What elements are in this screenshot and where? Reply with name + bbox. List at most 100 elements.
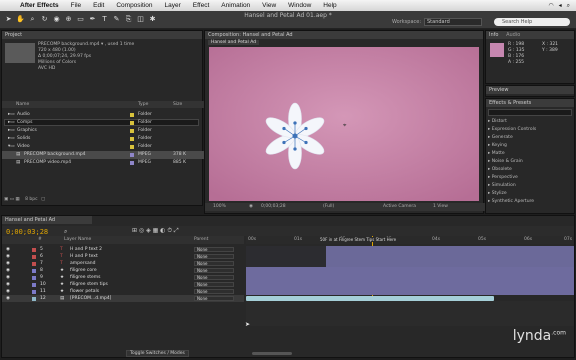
label-color [32, 297, 36, 301]
menu-effect[interactable]: Effect [187, 0, 216, 11]
new-comp-icon[interactable]: ▦ [15, 197, 19, 202]
effects-search-input[interactable] [488, 109, 572, 116]
list-item[interactable]: ▸▭ Solids Folder [2, 135, 204, 143]
effect-category[interactable]: ▸ Matte [488, 151, 505, 156]
list-item[interactable]: ▸▭ Audio Folder [2, 111, 204, 119]
effect-category[interactable]: ▸ Simulation [488, 183, 516, 188]
resolution-select[interactable]: (Full) [323, 204, 334, 209]
parent-select[interactable]: None [194, 296, 234, 301]
effect-category[interactable]: ▸ Obsolete [488, 167, 512, 172]
visibility-icon[interactable]: ◉ [6, 261, 10, 266]
visibility-icon[interactable]: ◉ [6, 254, 10, 259]
menu-view[interactable]: View [256, 0, 282, 11]
comp-marker-label[interactable]: 50F in at Filigree Stem Tips Start Here [320, 237, 397, 242]
info-tab[interactable]: Info Audio [486, 31, 574, 39]
table-row[interactable]: ◉ 12 ▤ [PRECOM...d.mp4] None [2, 295, 244, 302]
menu-animation[interactable]: Animation [215, 0, 256, 11]
comp-subtab[interactable]: Hansel and Petal Ad [208, 40, 260, 45]
search-icon[interactable]: ⌕ [64, 228, 67, 236]
project-tab[interactable]: Project [2, 31, 202, 39]
table-row[interactable]: ◉ 6 T H and P text None [2, 253, 244, 260]
effect-category[interactable]: ▸ Noise & Grain [488, 159, 523, 164]
menu-file[interactable]: File [65, 0, 87, 11]
effects-presets-tab[interactable]: Effects & Presets [486, 99, 574, 107]
col-number[interactable]: # [38, 237, 42, 242]
interpret-footage-icon[interactable]: ▣ [4, 197, 8, 202]
table-row[interactable]: ◉ 5 T H and P text 2 None [2, 246, 244, 253]
list-item[interactable]: ▾▭ Video Folder [2, 143, 204, 151]
list-item[interactable]: ▤ PRECOMP background.mp4 MPEG 378 K [2, 151, 204, 159]
new-folder-icon[interactable]: ▭ [10, 197, 14, 202]
visibility-icon[interactable]: ◉ [6, 268, 10, 273]
effect-category[interactable]: ▸ Distort [488, 119, 507, 124]
col-type[interactable]: Type [138, 102, 148, 107]
wifi-icon[interactable]: ◠ [548, 2, 553, 9]
view-layout-select[interactable]: 1 View [433, 204, 448, 209]
trash-icon[interactable]: ▢ [41, 197, 45, 202]
list-item[interactable]: ▸▭ Graphics Folder [2, 127, 204, 135]
table-row[interactable]: ◉ 8 ★ filigree core None [2, 267, 244, 274]
bpc-label[interactable]: 8 bpc [25, 197, 37, 202]
effect-category[interactable]: ▸ Keying [488, 143, 507, 148]
effect-category[interactable]: ▸ Perspective [488, 175, 518, 180]
menu-window[interactable]: Window [282, 0, 317, 11]
timeline-column-header: # Layer Name Parent [2, 236, 244, 244]
col-name[interactable]: Name [16, 102, 29, 107]
layer-duration-bar[interactable] [246, 246, 326, 267]
table-row[interactable]: ◉ 7 T ampersand None [2, 260, 244, 267]
preview-tab[interactable]: Preview [486, 86, 574, 94]
spotlight-icon[interactable]: ⌕ [567, 2, 570, 10]
list-item[interactable]: ▤ PRECOMP video.mp4 MPEG 885 K [2, 159, 204, 167]
visibility-icon[interactable]: ◉ [6, 296, 10, 301]
parent-select[interactable]: None [194, 268, 234, 273]
label-swatch [130, 153, 134, 157]
magnification-select[interactable]: 100% [213, 204, 226, 209]
col-parent[interactable]: Parent [194, 237, 208, 242]
composition-viewer[interactable]: ⌖ [209, 47, 479, 201]
zoom-slider[interactable] [252, 352, 292, 355]
layer-duration-bar[interactable] [246, 288, 574, 295]
col-size[interactable]: Size [173, 102, 182, 107]
workspace-select[interactable]: Standard [424, 18, 482, 26]
folder-icon: ▸▭ [8, 120, 15, 125]
current-time-display[interactable]: 0;00;03;28 [261, 204, 286, 209]
visibility-icon[interactable]: ◉ [6, 275, 10, 280]
parent-select[interactable]: None [194, 247, 234, 252]
timeline-current-time[interactable]: 0;00;03;28 [6, 228, 48, 236]
composition-tab[interactable]: Composition: Hansel and Petal Ad [205, 31, 483, 39]
menu-edit[interactable]: Edit [87, 0, 110, 11]
table-row[interactable]: ◉ 9 ★ filigree stems None [2, 274, 244, 281]
col-layer-name[interactable]: Layer Name [64, 237, 91, 242]
menu-composition[interactable]: Composition [110, 0, 158, 11]
effect-category[interactable]: ▸ Synthetic Aperture [488, 199, 534, 204]
layer-duration-bar[interactable] [326, 246, 574, 267]
effect-category[interactable]: ▸ Expression Controls [488, 127, 536, 132]
search-help-input[interactable]: Search Help [494, 18, 570, 26]
parent-select[interactable]: None [194, 289, 234, 294]
table-row[interactable]: ◉ 11 ★ flower petals None [2, 288, 244, 295]
camera-snapshot-icon[interactable]: ◉ [249, 204, 253, 209]
list-item[interactable]: ▸▭ Comps Folder [2, 119, 204, 127]
audio-tab[interactable]: Audio [506, 32, 520, 38]
app-menu[interactable]: After Effects [14, 0, 65, 11]
volume-icon[interactable]: ◂ [559, 2, 562, 9]
visibility-icon[interactable]: ◉ [6, 247, 10, 252]
menu-layer[interactable]: Layer [158, 0, 186, 11]
toggle-switches-modes-button[interactable]: Toggle Switches / Modes [126, 350, 189, 357]
parent-select[interactable]: None [194, 282, 234, 287]
comp-mini-flowchart-icon[interactable]: ⊞ ◎ ◈ ▦ ◐ ⏱ ⤢ [132, 227, 179, 235]
label-color [32, 276, 36, 280]
effect-category[interactable]: ▸ Generate [488, 135, 513, 140]
timeline-tab[interactable]: Hansel and Petal Ad [2, 216, 92, 224]
parent-select[interactable]: None [194, 275, 234, 280]
visibility-icon[interactable]: ◉ [6, 282, 10, 287]
parent-select[interactable]: None [194, 261, 234, 266]
time-ruler[interactable]: 00s 01s 02s 03s 04s 05s 06s 07s [246, 236, 574, 244]
effect-category[interactable]: ▸ Stylize [488, 191, 507, 196]
table-row[interactable]: ◉ 10 ★ filigree stem tips None [2, 281, 244, 288]
visibility-icon[interactable]: ◉ [6, 289, 10, 294]
parent-select[interactable]: None [194, 254, 234, 259]
menu-help[interactable]: Help [317, 0, 342, 11]
layer-duration-bar[interactable] [246, 301, 574, 326]
active-camera-select[interactable]: Active Camera [383, 204, 416, 209]
